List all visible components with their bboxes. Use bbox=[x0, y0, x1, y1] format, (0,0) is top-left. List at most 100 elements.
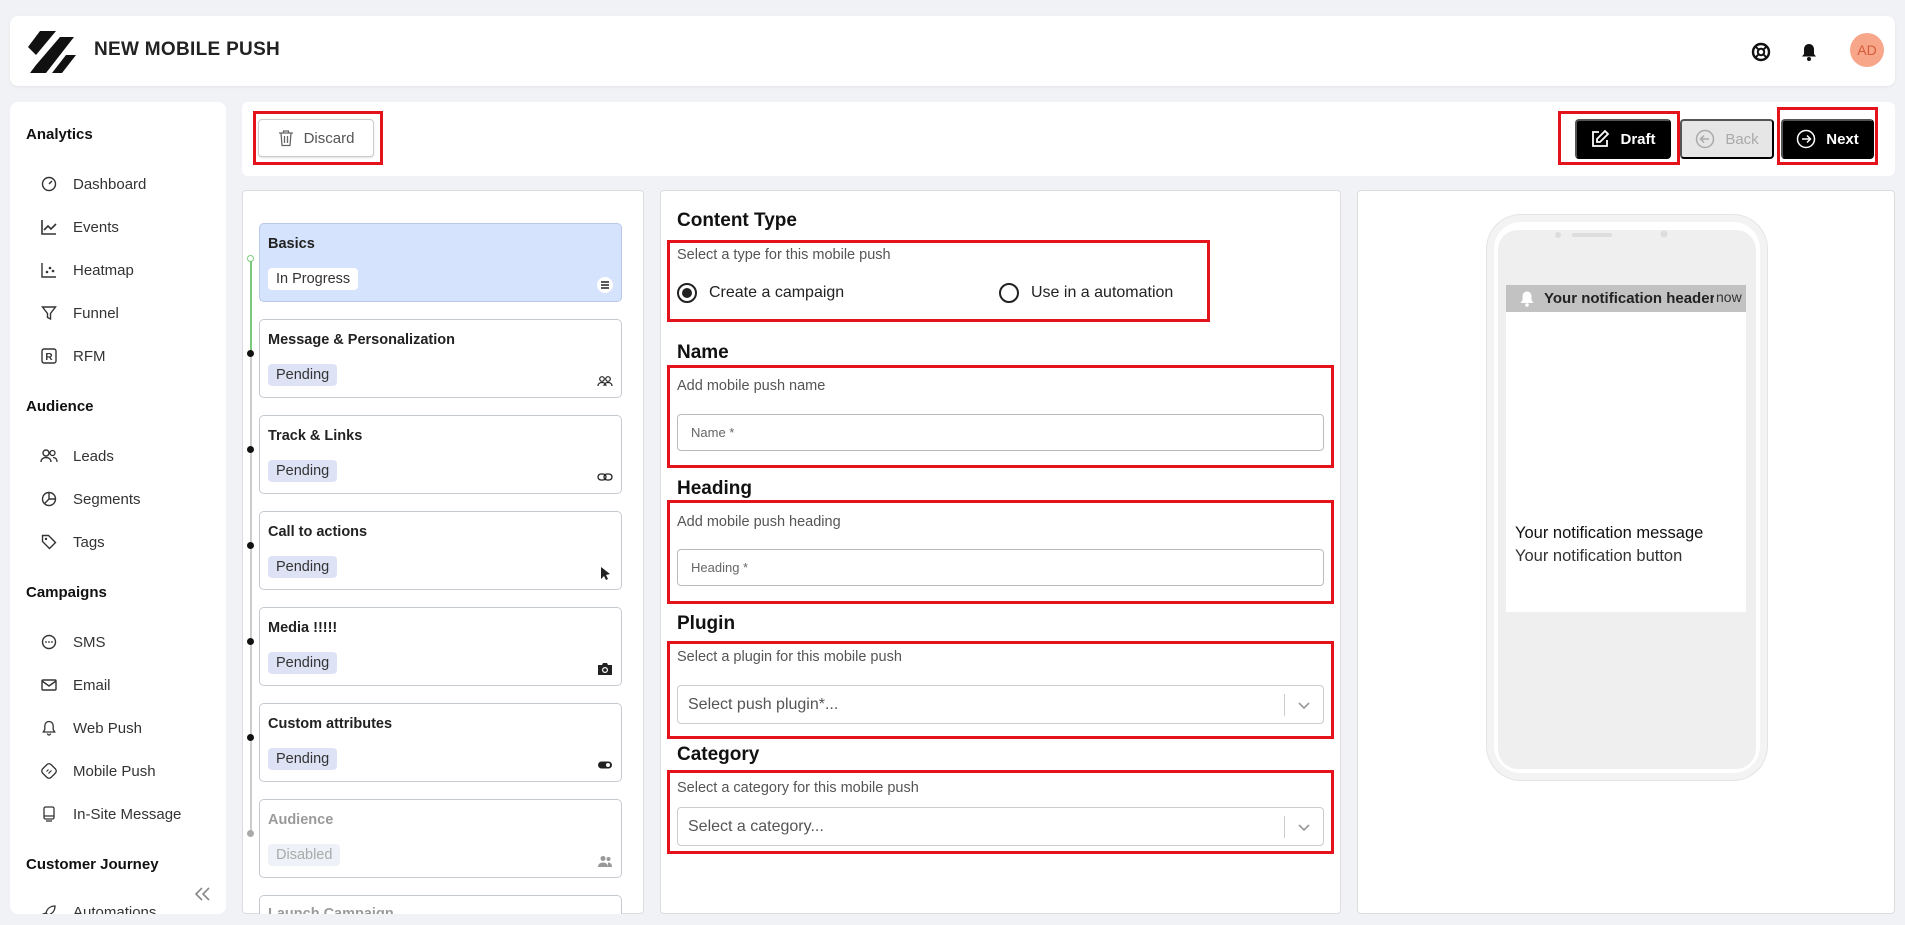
bell-icon[interactable] bbox=[1799, 42, 1819, 62]
sidebar-item-label: RFM bbox=[73, 347, 106, 365]
gauge-icon bbox=[40, 175, 58, 193]
highlight-box bbox=[253, 111, 383, 165]
sidebar-section-customer-journey: Customer Journey bbox=[26, 856, 159, 873]
sidebar-item-automations[interactable]: Automations bbox=[40, 900, 156, 914]
sidebar-item-rfm[interactable]: R RFM bbox=[40, 344, 106, 368]
status-badge: Pending bbox=[268, 364, 338, 386]
users-icon bbox=[40, 447, 58, 465]
sidebar-item-label: Funnel bbox=[73, 304, 119, 322]
back-label: Back bbox=[1725, 130, 1759, 148]
sidebar-item-label: Tags bbox=[73, 533, 105, 551]
sidebar-item-tags[interactable]: Tags bbox=[40, 530, 105, 554]
sidebar-item-label: Events bbox=[73, 218, 119, 236]
step-card-basics[interactable]: Basics In Progress bbox=[259, 223, 622, 302]
step-title: Track & Links bbox=[268, 428, 363, 444]
sidebar-item-label: Mobile Push bbox=[73, 762, 156, 780]
step-card-track-links[interactable]: Track & Links Pending bbox=[259, 415, 622, 494]
collapse-sidebar-icon[interactable] bbox=[190, 882, 214, 906]
rocket-icon bbox=[40, 903, 58, 914]
sidebar-item-email[interactable]: Email bbox=[40, 673, 111, 697]
status-badge: Pending bbox=[268, 652, 338, 674]
name-title: Name bbox=[677, 342, 729, 363]
rfm-icon: R bbox=[40, 347, 58, 365]
avatar[interactable]: AD bbox=[1850, 33, 1884, 67]
sidebar-item-in-site-message[interactable]: In-Site Message bbox=[40, 802, 181, 826]
svg-text:R: R bbox=[45, 352, 53, 363]
highlight-box bbox=[667, 770, 1334, 854]
sidebar-item-web-push[interactable]: Web Push bbox=[40, 716, 142, 740]
step-dot bbox=[247, 734, 254, 741]
status-badge: Pending bbox=[268, 556, 338, 578]
group-icon bbox=[597, 853, 613, 869]
status-badge: In Progress bbox=[268, 268, 359, 290]
step-title: Custom attributes bbox=[268, 716, 393, 732]
category-title: Category bbox=[677, 744, 760, 765]
highlight-box bbox=[667, 500, 1334, 604]
sidebar-item-funnel[interactable]: Funnel bbox=[40, 301, 119, 325]
chat-icon bbox=[40, 633, 58, 651]
sidebar-item-sms[interactable]: SMS bbox=[40, 630, 106, 654]
notification-header: Your notification header bbox=[1506, 285, 1746, 312]
step-title: Basics bbox=[268, 236, 315, 252]
steps-timeline-progress bbox=[250, 258, 252, 354]
sidebar-item-label: Heatmap bbox=[73, 261, 134, 279]
bell-icon bbox=[1518, 290, 1536, 308]
list-icon bbox=[597, 277, 613, 293]
page-title: NEW MOBILE PUSH bbox=[94, 39, 281, 60]
funnel-icon bbox=[40, 304, 58, 322]
sidebar-item-leads[interactable]: Leads bbox=[40, 444, 114, 468]
status-badge: Pending bbox=[268, 748, 338, 770]
mail-icon bbox=[40, 676, 58, 694]
step-card-call-to-actions[interactable]: Call to actions Pending bbox=[259, 511, 622, 590]
sidebar-item-label: SMS bbox=[73, 633, 106, 651]
sidebar-item-label: Leads bbox=[73, 447, 114, 465]
sidebar-section-audience: Audience bbox=[26, 398, 94, 415]
pie-icon bbox=[40, 490, 58, 508]
step-dot bbox=[247, 446, 254, 453]
sidebar-item-label: Automations bbox=[73, 903, 157, 915]
step-card-audience: Audience Disabled bbox=[259, 799, 622, 878]
sidebar-item-label: Web Push bbox=[73, 719, 142, 737]
status-badge: Disabled bbox=[268, 844, 341, 866]
step-dot bbox=[247, 255, 254, 262]
step-card-media[interactable]: Media !!!!! Pending bbox=[259, 607, 622, 686]
heading-title: Heading bbox=[677, 478, 752, 499]
back-button[interactable]: Back bbox=[1680, 119, 1774, 159]
step-title: Media !!!!! bbox=[268, 620, 338, 636]
step-title: Audience bbox=[268, 812, 334, 828]
toggle-icon bbox=[597, 757, 613, 773]
brand-logo-icon[interactable] bbox=[26, 29, 78, 75]
sidebar-section-analytics: Analytics bbox=[26, 126, 93, 143]
sidebar-item-label: Email bbox=[73, 676, 111, 694]
arrow-left-circle-icon bbox=[1695, 129, 1715, 149]
sidebar-item-mobile-push[interactable]: Mobile Push bbox=[40, 759, 156, 783]
sidebar-item-label: Segments bbox=[73, 490, 141, 508]
sidebar-section-campaigns: Campaigns bbox=[26, 584, 107, 601]
notification-body bbox=[1506, 312, 1746, 612]
highlight-box bbox=[667, 641, 1334, 739]
sidebar-item-segments[interactable]: Segments bbox=[40, 487, 141, 511]
notification-button: Your notification button bbox=[1515, 547, 1683, 565]
step-title: Call to actions bbox=[268, 524, 368, 540]
scatter-icon bbox=[40, 261, 58, 279]
link-icon bbox=[597, 469, 613, 485]
highlight-box bbox=[1558, 111, 1680, 165]
step-card-custom-attributes[interactable]: Custom attributes Pending bbox=[259, 703, 622, 782]
notification-message: Your notification message bbox=[1515, 524, 1704, 542]
sidebar-item-label: In-Site Message bbox=[73, 805, 182, 823]
sidebar-item-dashboard[interactable]: Dashboard bbox=[40, 172, 146, 196]
step-title: Message & Personalization bbox=[268, 332, 455, 348]
support-icon[interactable] bbox=[1751, 42, 1771, 62]
sidebar: Analytics Dashboard Events Heatmap Funne… bbox=[10, 102, 226, 914]
monitor-icon bbox=[40, 805, 58, 823]
notification-header-text: Your notification header bbox=[1544, 290, 1716, 307]
mobile-push-icon bbox=[40, 762, 58, 780]
step-dot bbox=[247, 350, 254, 357]
bell-icon bbox=[40, 719, 58, 737]
step-card-message-personalization[interactable]: Message & Personalization Pending bbox=[259, 319, 622, 398]
people-icon bbox=[597, 373, 613, 389]
top-header: NEW MOBILE PUSH AD bbox=[10, 16, 1895, 86]
sidebar-item-events[interactable]: Events bbox=[40, 215, 119, 239]
sidebar-item-label: Dashboard bbox=[73, 175, 147, 193]
sidebar-item-heatmap[interactable]: Heatmap bbox=[40, 258, 134, 282]
